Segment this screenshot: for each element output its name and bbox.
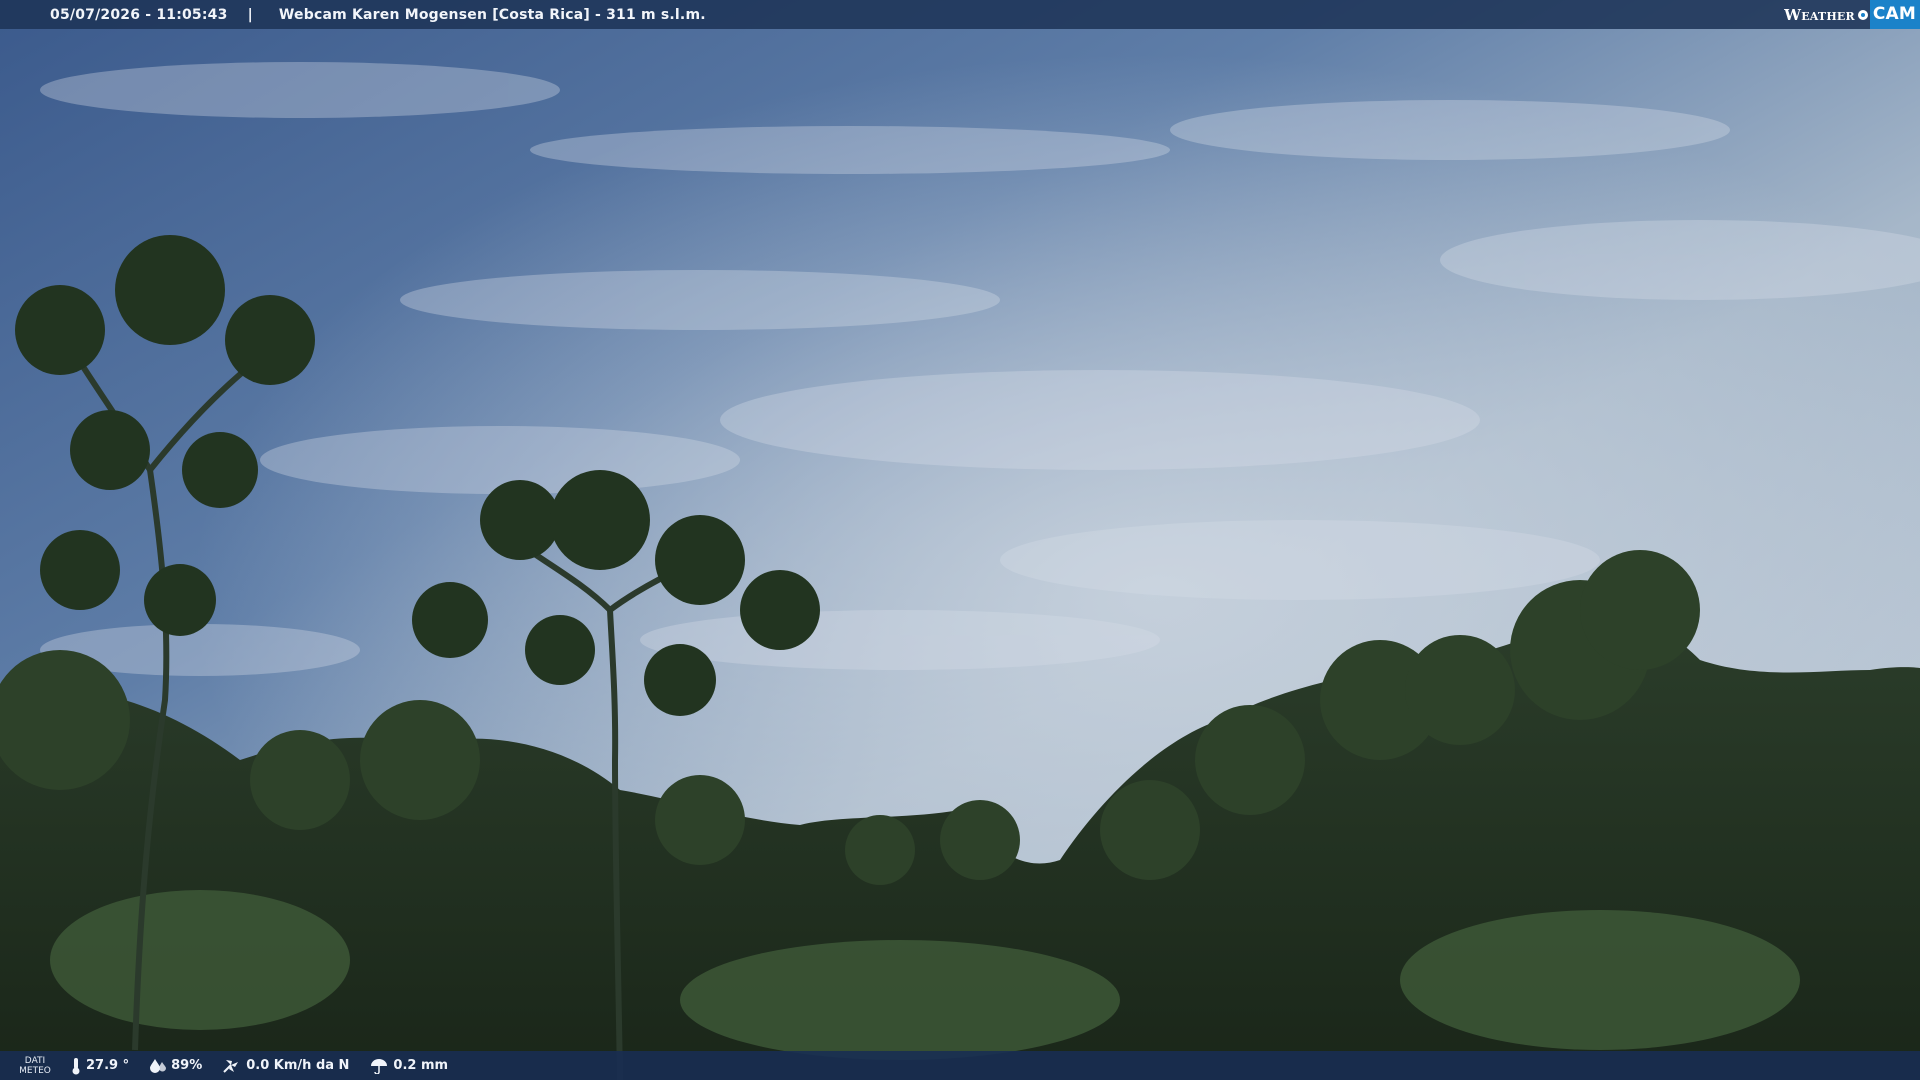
temperature-value: 27.9 ° xyxy=(86,1058,130,1073)
separator: | xyxy=(247,6,253,23)
logo-lens-icon xyxy=(1857,9,1868,20)
wind-icon xyxy=(223,1059,239,1073)
temperature-reading: 27.9 ° xyxy=(70,1057,129,1075)
webcam-image xyxy=(0,0,1920,1080)
rain-reading: 0.2 mm xyxy=(369,1058,448,1074)
thermometer-icon xyxy=(72,1057,80,1074)
rain-value: 0.2 mm xyxy=(393,1058,449,1073)
wind-value: 0.0 Km/h da N xyxy=(246,1058,350,1073)
logo-word: Weather xyxy=(1784,5,1855,24)
humidity-icon xyxy=(150,1058,167,1073)
timestamp: 05/07/2026 - 11:05:43 xyxy=(50,6,228,23)
weathercam-logo[interactable]: Weather CAM xyxy=(1784,0,1920,29)
meteo-label: DATI METEO xyxy=(19,1055,51,1076)
weather-data-bar: DATI METEO 27.9 ° 89% 0.0 Km/h da N 0.2 … xyxy=(0,1051,1920,1080)
rain-icon xyxy=(371,1058,388,1074)
wind-reading: 0.0 Km/h da N xyxy=(222,1058,349,1074)
logo-cam: CAM xyxy=(1869,0,1920,29)
top-info-bar: 05/07/2026 - 11:05:43 | Webcam Karen Mog… xyxy=(0,0,1920,29)
webcam-title: Webcam Karen Mogensen [Costa Rica] - 311… xyxy=(278,6,706,23)
humidity-reading: 89% xyxy=(149,1058,202,1074)
humidity-value: 89% xyxy=(171,1058,203,1073)
webcam-frame: 05/07/2026 - 11:05:43 | Webcam Karen Mog… xyxy=(0,0,1920,1080)
